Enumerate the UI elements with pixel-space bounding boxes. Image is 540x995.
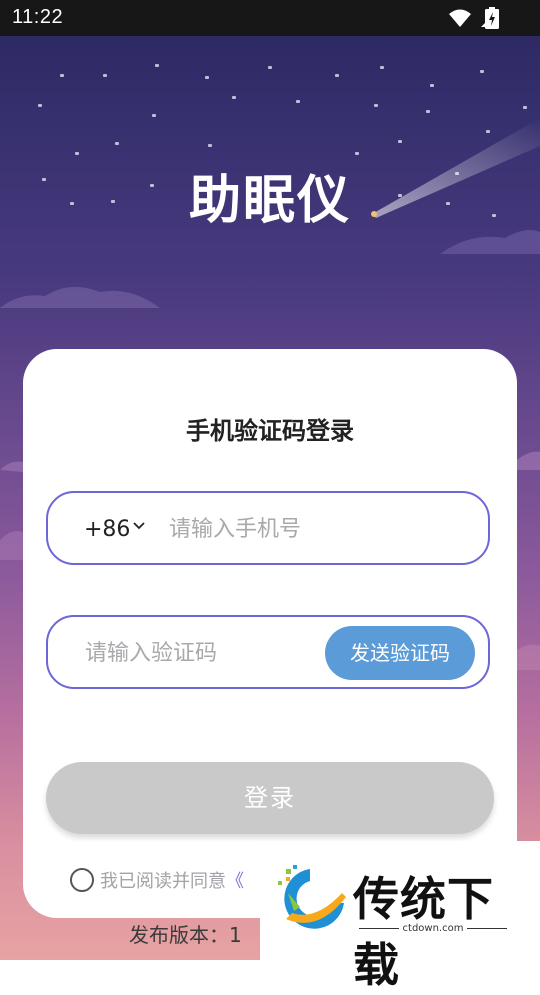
watermark-divider — [467, 927, 508, 929]
country-code-selector[interactable]: +86 — [84, 517, 130, 542]
cloud — [517, 451, 540, 470]
cloud — [517, 644, 540, 670]
wifi-icon — [449, 9, 471, 27]
status-bar: 11:22 — [0, 0, 540, 36]
login-button[interactable]: 登录 — [46, 762, 494, 834]
agreement-row: 我已阅读并同意 《 — [70, 867, 244, 893]
version-text: 发布版本：1 — [129, 923, 242, 947]
phone-field: +86 — [46, 491, 490, 565]
verification-code-input[interactable] — [85, 637, 325, 669]
chevron-down-icon[interactable] — [132, 519, 146, 533]
watermark-url-row: ctdown.com — [353, 923, 513, 934]
watermark-divider — [358, 927, 399, 929]
agreement-radio[interactable] — [70, 868, 94, 892]
battery-icon — [485, 7, 499, 29]
send-code-button[interactable]: 发送验证码 — [325, 626, 475, 680]
cloud — [0, 461, 23, 472]
watermark-logo-icon — [278, 865, 346, 929]
cloud — [0, 531, 23, 560]
phone-input[interactable] — [169, 513, 469, 545]
cloud — [0, 286, 160, 308]
watermark: 传统下载 ctdown.com — [260, 841, 540, 992]
login-card-title: 手机验证码登录 — [186, 417, 354, 445]
cloud — [440, 230, 540, 254]
agreement-link[interactable]: 《 — [226, 867, 244, 893]
watermark-url: ctdown.com — [402, 923, 464, 934]
code-field: 发送验证码 — [46, 615, 490, 689]
login-card: 手机验证码登录 +86 发送验证码 登录 我已阅读并同意 《 — [23, 349, 517, 918]
app-title: 助眠仪 — [188, 171, 351, 231]
status-time: 11:22 — [12, 6, 64, 28]
agreement-text: 我已阅读并同意 — [100, 871, 226, 892]
